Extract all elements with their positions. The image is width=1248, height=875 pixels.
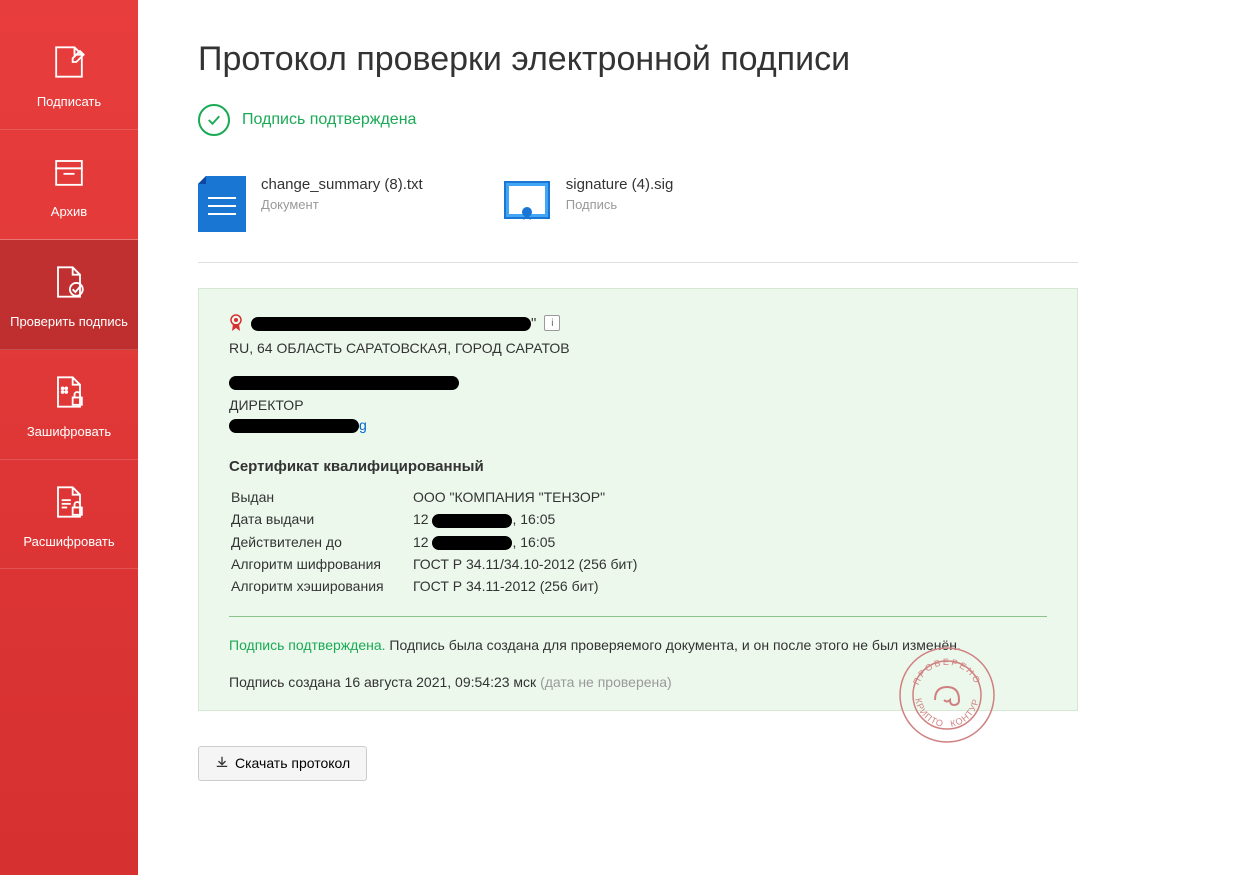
cert-date-value: 12 , 16:05 — [413, 509, 637, 529]
cert-valid-label: Действителен до — [231, 532, 411, 552]
sign-icon — [45, 38, 93, 86]
cert-position: ДИРЕКТОР — [229, 397, 1047, 413]
cert-date-label: Дата выдачи — [231, 509, 411, 529]
table-row: Алгоритм шифрования ГОСТ Р 34.11/34.10-2… — [231, 554, 637, 574]
table-row: Дата выдачи 12 , 16:05 — [231, 509, 637, 529]
download-label: Скачать протокол — [235, 755, 350, 771]
cert-enc-value: ГОСТ Р 34.11/34.10-2012 (256 бит) — [413, 554, 637, 574]
sidebar-label: Подписать — [5, 94, 133, 111]
cert-hash-label: Алгоритм хэширования — [231, 576, 411, 596]
sidebar-item-decrypt[interactable]: Расшифровать — [0, 460, 138, 570]
verify-icon — [45, 258, 93, 306]
page-title: Протокол проверки электронной подписи — [198, 40, 1078, 79]
certificate-panel: " i RU, 64 ОБЛАСТЬ САРАТОВСКАЯ, ГОРОД СА… — [198, 288, 1078, 711]
info-button[interactable]: i — [544, 315, 560, 331]
ribbon-icon — [229, 314, 243, 332]
cert-title: Сертификат квалифицированный — [229, 458, 1047, 475]
files-row: change_summary (8).txt Документ signatur… — [198, 176, 1078, 263]
confirmation-label: Подпись подтверждена. — [229, 637, 386, 653]
status-text: Подпись подтверждена — [242, 111, 416, 129]
file-type: Документ — [261, 197, 423, 212]
cert-issued-label: Выдан — [231, 487, 411, 507]
cert-org-row: " i — [229, 314, 1047, 332]
cert-issued-value: ООО "КОМПАНИЯ "ТЕНЗОР" — [413, 487, 637, 507]
status-row: Подпись подтверждена — [198, 104, 1078, 136]
document-file-icon — [198, 176, 246, 232]
divider — [229, 616, 1047, 617]
cert-email[interactable]: g — [229, 417, 1047, 433]
file-name: signature (4).sig — [566, 176, 674, 193]
table-row: Выдан ООО "КОМПАНИЯ "ТЕНЗОР" — [231, 487, 637, 507]
sidebar-item-verify[interactable]: Проверить подпись — [0, 240, 138, 350]
cert-org-name: " — [251, 315, 536, 332]
sidebar-item-archive[interactable]: Архив — [0, 130, 138, 240]
file-name: change_summary (8).txt — [261, 176, 423, 193]
sidebar-item-sign[interactable]: Подписать — [0, 20, 138, 130]
created-note: (дата не проверена) — [540, 674, 672, 690]
download-icon — [215, 755, 229, 772]
cert-address: RU, 64 ОБЛАСТЬ САРАТОВСКАЯ, ГОРОД САРАТО… — [229, 340, 1047, 356]
decrypt-icon — [45, 478, 93, 526]
svg-text:ПРОВЕРЕНО: ПРОВЕРЕНО — [911, 657, 983, 686]
signature-file-icon — [503, 176, 551, 232]
table-row: Алгоритм хэширования ГОСТ Р 34.11-2012 (… — [231, 576, 637, 596]
sidebar-item-encrypt[interactable]: Зашифровать — [0, 350, 138, 460]
cert-table: Выдан ООО "КОМПАНИЯ "ТЕНЗОР" Дата выдачи… — [229, 485, 639, 598]
check-circle-icon — [198, 104, 230, 136]
download-button[interactable]: Скачать протокол — [198, 746, 367, 781]
verification-stamp: ПРОВЕРЕНО КРИПТО КОНТУР — [897, 645, 997, 745]
archive-icon — [45, 148, 93, 196]
table-row: Действителен до 12 , 16:05 — [231, 532, 637, 552]
sidebar: Подписать Архив Проверить подпись Зашифр… — [0, 0, 138, 875]
encrypt-icon — [45, 368, 93, 416]
cert-valid-value: 12 , 16:05 — [413, 532, 637, 552]
cert-enc-label: Алгоритм шифрования — [231, 554, 411, 574]
cert-person — [229, 374, 1047, 392]
file-signature[interactable]: signature (4).sig Подпись — [503, 176, 674, 232]
cert-hash-value: ГОСТ Р 34.11-2012 (256 бит) — [413, 576, 637, 596]
sidebar-label: Проверить подпись — [5, 314, 133, 331]
sidebar-label: Зашифровать — [5, 424, 133, 441]
file-document[interactable]: change_summary (8).txt Документ — [198, 176, 423, 232]
sidebar-label: Архив — [5, 204, 133, 221]
main-content: Протокол проверки электронной подписи По… — [138, 0, 1138, 875]
sidebar-label: Расшифровать — [5, 534, 133, 551]
file-type: Подпись — [566, 197, 674, 212]
